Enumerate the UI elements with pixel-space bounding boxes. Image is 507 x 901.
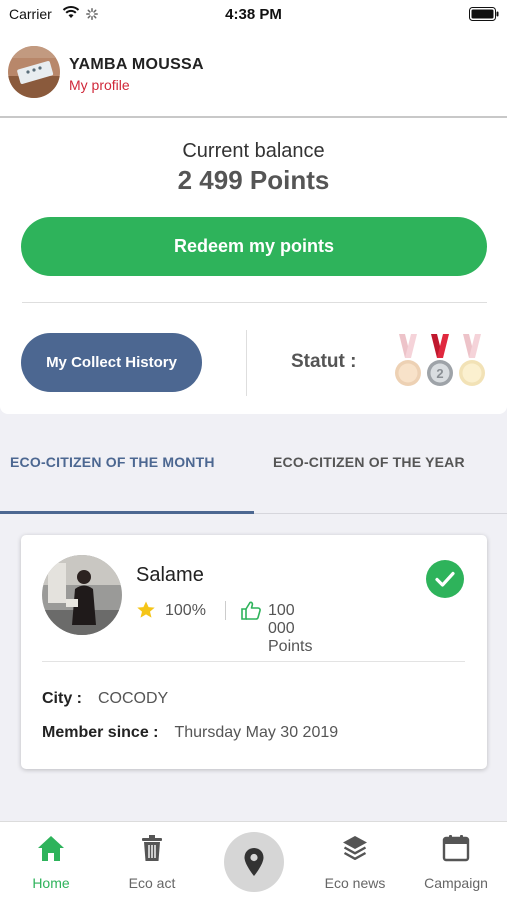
silver-medal-icon: 2 [427, 334, 453, 386]
username: YAMBA MOUSSA [69, 56, 204, 73]
balance-value: 2 499 Points [177, 165, 330, 195]
user-avatar[interactable] [8, 46, 60, 98]
city-label: City : [42, 690, 82, 707]
citizen-name: Salame [136, 564, 204, 586]
star-icon [136, 600, 156, 625]
tab-campaign-label: Campaign [424, 875, 488, 891]
status-bar: Carrier 4:38 PM [0, 0, 507, 30]
tab-eco-act[interactable]: Eco act [103, 822, 201, 901]
tab-eco-citizen-month[interactable]: ECO-CITIZEN OF THE MONTH [10, 454, 215, 470]
member-since-row: Member since : Thursday May 30 2019 [42, 724, 338, 742]
active-tab-indicator [0, 511, 254, 514]
trash-icon [141, 834, 163, 867]
statut-label: Statut : [291, 351, 357, 372]
verified-check-icon [426, 560, 464, 603]
layers-icon [341, 834, 369, 867]
my-profile-link[interactable]: My profile [69, 77, 130, 93]
city-value: COCODY [98, 690, 169, 707]
citizen-card: Salame 100% 100 000 Points City : COCODY … [21, 535, 487, 769]
divider [22, 302, 487, 303]
profile-header: YAMBA MOUSSA My profile [0, 30, 507, 118]
status-medals: 2 [391, 332, 487, 397]
map-pin-icon [243, 847, 265, 882]
tab-campaign[interactable]: Campaign [407, 822, 505, 901]
tab-eco-act-label: Eco act [128, 875, 176, 891]
tab-baseline [254, 513, 507, 514]
member-since-value: Thursday May 30 2019 [174, 724, 339, 741]
city-row: City : COCODY [42, 690, 168, 708]
citizen-points: 100 000 Points [268, 602, 313, 655]
balance-card: Current balance 2 499 Points Redeem my p… [0, 118, 507, 414]
bronze-medal-icon [395, 334, 421, 386]
bottom-tab-bar: Home Eco act Eco news Campaign [0, 821, 507, 901]
card-divider [42, 661, 465, 662]
thumbs-up-icon [240, 600, 262, 625]
gold-medal-icon [459, 334, 485, 386]
tab-map[interactable] [224, 832, 284, 892]
svg-text:2: 2 [436, 366, 443, 381]
tab-eco-citizen-year[interactable]: ECO-CITIZEN OF THE YEAR [273, 454, 465, 470]
citizen-avatar [42, 555, 122, 635]
tab-home[interactable]: Home [2, 822, 100, 901]
citizen-rating: 100% [165, 602, 206, 619]
tab-eco-news[interactable]: Eco news [305, 822, 405, 901]
calendar-icon [442, 834, 470, 867]
tab-eco-news-label: Eco news [324, 875, 386, 891]
collect-history-button[interactable]: My Collect History [21, 333, 202, 392]
balance-label: Current balance [182, 140, 325, 162]
member-since-label: Member since : [42, 724, 159, 741]
home-icon [36, 834, 66, 867]
vertical-divider [246, 330, 247, 396]
redeem-points-button[interactable]: Redeem my points [21, 217, 487, 276]
battery-icon [469, 7, 499, 26]
clock: 4:38 PM [225, 6, 282, 23]
stats-divider [225, 601, 226, 620]
tab-home-label: Home [32, 875, 70, 891]
ranking-tabs: ECO-CITIZEN OF THE MONTH ECO-CITIZEN OF … [0, 414, 507, 516]
